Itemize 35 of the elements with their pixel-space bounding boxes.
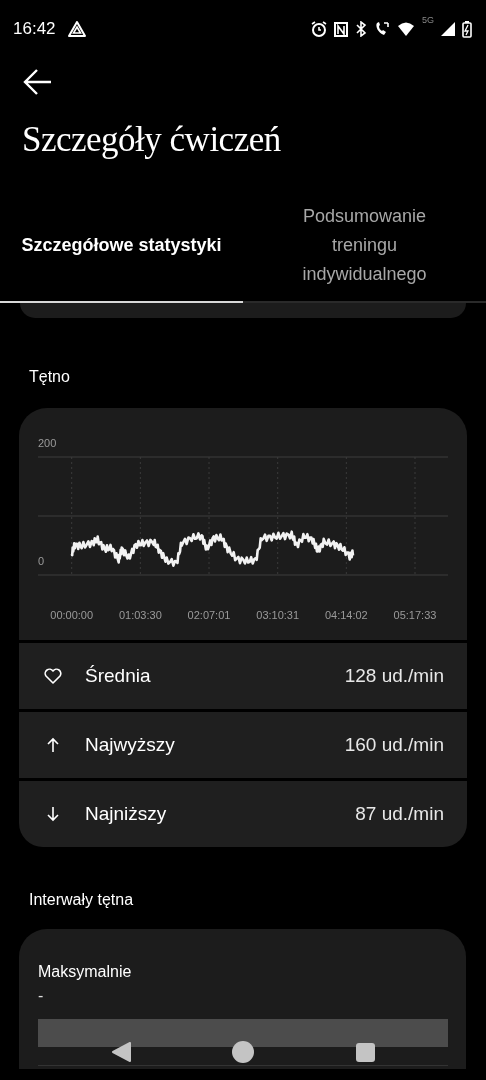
- stat-value: 160 ud./min: [344, 734, 444, 756]
- alarm-icon: [311, 21, 327, 37]
- signal-icon: [441, 22, 455, 36]
- stat-label: Najwyższy: [85, 734, 176, 756]
- home-nav-button[interactable]: [232, 1041, 255, 1063]
- page-title: Szczegóły ćwiczeń: [22, 120, 282, 160]
- triangle-app-icon: [67, 21, 86, 37]
- tab[interactable]: Podsumowanie treningu indywidualnego: [243, 189, 486, 303]
- section-title: Tętno: [29, 368, 71, 387]
- axis-label: 00:00:00: [50, 609, 94, 621]
- stat-value: 87 ud./min: [355, 803, 444, 825]
- zone-value: -: [38, 987, 45, 1005]
- axis-label: 02:07:01: [187, 609, 231, 621]
- axis-label: 01:03:30: [118, 609, 162, 621]
- stat-label: Średnia: [85, 665, 152, 687]
- axis-label: 04:14:02: [324, 609, 368, 621]
- phone-call-icon: [374, 21, 390, 37]
- nfc-icon: [334, 21, 348, 37]
- bluetooth-icon: [355, 21, 367, 37]
- back-nav-button[interactable]: [110, 1042, 131, 1062]
- stat-label: Najniższy: [85, 803, 168, 825]
- clock-time: 16:42: [13, 19, 56, 39]
- section-title: Interwały tętna: [29, 891, 135, 910]
- down-arrow-icon: [47, 806, 59, 822]
- wifi-icon: [397, 21, 415, 37]
- battery-icon: [462, 20, 472, 38]
- axis-label: 03:10:31: [256, 609, 300, 621]
- axis-label: 200: [38, 437, 57, 449]
- heart-icon: [44, 668, 62, 684]
- stat-value: 128 ud./min: [344, 665, 444, 687]
- up-arrow-icon: [47, 737, 59, 753]
- network-type: 5G: [422, 14, 434, 25]
- axis-label: 0: [38, 555, 45, 567]
- axis-label: 05:17:33: [393, 609, 437, 621]
- zone-label: Maksymalnie: [38, 963, 133, 981]
